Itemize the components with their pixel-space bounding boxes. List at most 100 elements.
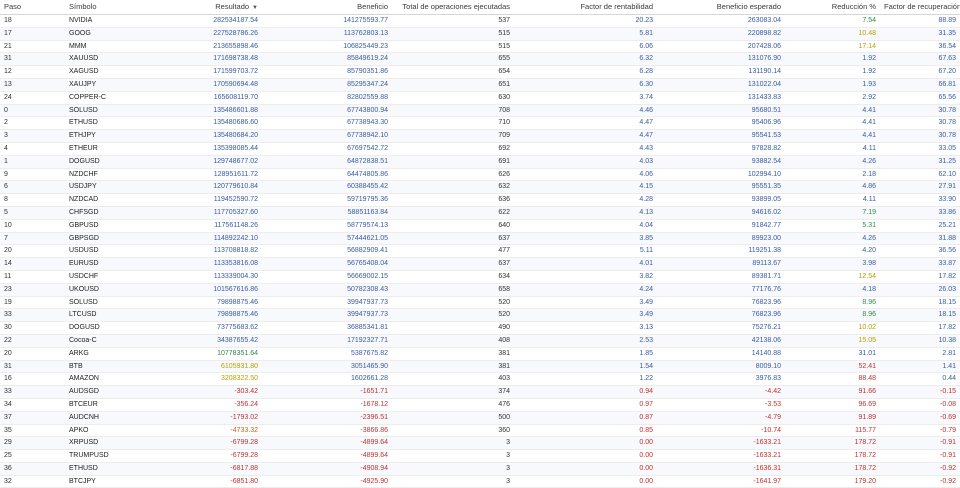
cell-factor-recuperacion: 17.82: [938, 272, 956, 280]
cell-factor-rentabilidad: 4.28: [639, 196, 653, 204]
cell-simbolo: DOGUSD: [69, 324, 100, 332]
table-row[interactable]: 32 BTCJPY -6851.80 -4925.90 3 0.00 -1641.97 179…: [0, 476, 960, 488]
cell-total-operaciones: 408: [498, 336, 510, 344]
table-row[interactable]: 29 XRPUSD -6799.28 -4899.64 3 0.00 -1633.21 178…: [0, 437, 960, 451]
table-row[interactable]: 8 NZDCAD 119452590.72 59719795.36 636 4.28 938…: [0, 194, 960, 207]
cell-simbolo: GBPUSD: [69, 221, 99, 229]
table-row[interactable]: 16 AMAZON 3208322.50 1602661.28 403 1.22 3976.…: [0, 373, 960, 387]
cell-total-operaciones: 651: [498, 80, 510, 88]
header-resultado[interactable]: Resultado ▼: [180, 0, 262, 14]
cell-beneficio: 67697542.72: [347, 144, 388, 152]
table-row[interactable]: 34 BTCEUR -356.24 -1678.12 476 0.97 -3.53 96.69…: [0, 399, 960, 412]
cell-resultado: 79898875.46: [217, 298, 258, 306]
cell-resultado: -303.42: [234, 388, 258, 396]
cell-factor-recuperacion: 1.41: [942, 362, 956, 370]
header-beneficio-esperado[interactable]: Beneficio esperado: [657, 0, 785, 14]
cell-simbolo: CHFSGD: [69, 208, 99, 216]
table-row[interactable]: 37 AUDCNH -1793.02 -2396.51 500 0.87 -4.79 91.8…: [0, 411, 960, 425]
cell-resultado: 117561148.26: [214, 221, 258, 229]
cell-reduccion: 2.92: [862, 93, 876, 101]
cell-factor-rentabilidad: 4.04: [639, 221, 653, 229]
cell-reduccion: 96.69: [858, 400, 876, 408]
table-row[interactable]: 11 USDCHF 113339004.30 56669002.15 634 3.82 89…: [0, 271, 960, 284]
table-row[interactable]: 6 USDJPY 120779610.84 60388455.42 632 4.15 955…: [0, 181, 960, 195]
table-row[interactable]: 12 XAGUSD 171599703.72 85790351.86 654 6.28 13…: [0, 66, 960, 79]
table-row[interactable]: 30 DOGUSD 73775683.62 36885341.81 490 3.13 752…: [0, 322, 960, 335]
cell-resultado: 135486601.88: [213, 106, 258, 114]
cell-paso: 33: [4, 311, 12, 319]
table-row[interactable]: 0 SOLUSD 135486601.88 67743800.94 708 4.46 956…: [0, 104, 960, 118]
cell-factor-recuperacion: -0.79: [940, 426, 956, 434]
cell-simbolo: XRPUSD: [69, 439, 99, 447]
cell-factor-recuperacion: -0.91: [940, 439, 956, 447]
table-row[interactable]: 18 NVIDIA 282534187.54 141275593.77 537 20.23…: [0, 15, 960, 28]
table-row[interactable]: 13 XAUJPY 170590694.48 85295347.24 651 6.30 13…: [0, 78, 960, 92]
cell-simbolo: XAUJPY: [69, 80, 97, 88]
cell-paso: 20: [4, 247, 12, 255]
cell-beneficio: 85790351.86: [347, 68, 388, 76]
table-row[interactable]: 20 ARKG 10778351.64 5387675.82 381 1.85 14140.…: [0, 348, 960, 361]
table-row[interactable]: 3 ETHJPY 135480684.20 67738942.10 709 4.47 955…: [0, 130, 960, 143]
table-row[interactable]: 9 NZDCHF 128951611.72 64474805.86 626 4.06 102…: [0, 169, 960, 182]
table-row[interactable]: 31 BTB 6105931.80 3051465.90 381 1.54 8009.10 5…: [0, 360, 960, 374]
table-row[interactable]: 20 USDUSD 113708818.82 56882909.41 477 5.11 11…: [0, 245, 960, 259]
cell-simbolo: ARKG: [69, 349, 89, 357]
cell-total-operaciones: 626: [498, 170, 510, 178]
cell-reduccion: 1.92: [862, 55, 876, 63]
table-row[interactable]: 5 CHFSGD 117705327.60 58851163.84 622 4.13 946…: [0, 206, 960, 220]
table-row[interactable]: 22 Cocoa-C 34387655.42 17192327.71 408 2.53 42…: [0, 334, 960, 348]
cell-resultado: 101567616.86: [213, 285, 258, 293]
cell-simbolo: ETHJPY: [69, 132, 96, 140]
cell-beneficio-esperado: 220898.82: [747, 29, 781, 37]
table-row[interactable]: 7 GBPSGD 114892242.10 57444621.05 637 3.85 899…: [0, 232, 960, 246]
table-row[interactable]: 10 GBPUSD 117561148.26 58779574.13 640 4.04 91…: [0, 220, 960, 233]
table-row[interactable]: 33 AUDSGD -303.42 -1651.71 374 0.94 -4.42 91.66…: [0, 386, 960, 399]
cell-paso: 16: [4, 375, 12, 383]
cell-total-operaciones: 634: [498, 272, 510, 280]
table-row[interactable]: 36 ETHUSD -6817.88 -4908.94 3 0.00 -1636.31 178…: [0, 462, 960, 476]
cell-beneficio: 85849619.24: [347, 55, 388, 63]
cell-total-operaciones: 3: [506, 477, 510, 485]
cell-factor-recuperacion: 18.15: [938, 311, 956, 319]
cell-reduccion: 5.31: [862, 221, 876, 229]
header-factor-recuperacion[interactable]: Factor de recuperación: [880, 0, 960, 14]
header-reduccion[interactable]: Reducción %: [785, 0, 880, 14]
cell-factor-rentabilidad: 4.06: [639, 170, 653, 178]
header-total-operaciones[interactable]: Total de operaciones ejecutadas: [392, 0, 514, 14]
cell-simbolo: USDJPY: [69, 183, 97, 191]
cell-simbolo: USDCHF: [69, 272, 99, 280]
header-factor-rentabilidad[interactable]: Factor de rentabilidad: [514, 0, 657, 14]
cell-factor-recuperacion: 26.03: [938, 285, 956, 293]
table-row[interactable]: 1 DOGUSD 129748677.02 64872838.51 691 4.03 938…: [0, 155, 960, 169]
header-paso[interactable]: Paso: [0, 0, 65, 14]
cell-beneficio: 56765408.04: [347, 260, 388, 268]
table-row[interactable]: 2 ETHUSD 135480686.60 67738943.30 710 4.47 954…: [0, 117, 960, 131]
table-row[interactable]: 19 SOLUSD 79898875.46 39947937.73 520 3.49 768…: [0, 297, 960, 310]
table-row[interactable]: 23 UKOUSD 101567616.86 50782308.43 658 4.24 77…: [0, 283, 960, 297]
table-row[interactable]: 35 APKO -4733.32 -3866.86 360 0.85 -10.74 115.7…: [0, 425, 960, 438]
table-row[interactable]: 25 TRUMPUSD -6799.28 -4899.64 3 0.00 -1633.21 1…: [0, 450, 960, 463]
table-row[interactable]: 24 COPPER-C 165608119.70 82802559.88 630 3.74…: [0, 92, 960, 105]
table-row[interactable]: 4 ETHEUR 135398085.44 67697542.72 692 4.43 978…: [0, 143, 960, 156]
cell-reduccion: 52.41: [858, 362, 876, 370]
cell-resultado: 79898875.46: [217, 311, 258, 319]
cell-factor-recuperacion: 67.63: [938, 55, 956, 63]
table-row[interactable]: 17 GOOG 227528786.26 113762803.13 515 5.81 220…: [0, 27, 960, 41]
cell-factor-recuperacion: 10.38: [938, 336, 956, 344]
cell-beneficio: 36885341.81: [347, 324, 388, 332]
header-simbolo[interactable]: Símbolo: [65, 0, 180, 14]
cell-factor-recuperacion: 66.81: [938, 80, 956, 88]
cell-beneficio-esperado: 77176.76: [751, 285, 781, 293]
table-row[interactable]: 31 XAUUSD 171698738.48 85849619.24 655 6.32 13…: [0, 53, 960, 67]
table-row[interactable]: 33 LTCUSD 79898875.46 39947937.73 520 3.49 768…: [0, 309, 960, 323]
cell-resultado: 117705327.60: [213, 208, 258, 216]
cell-total-operaciones: 520: [498, 298, 510, 306]
header-beneficio[interactable]: Beneficio: [262, 0, 392, 14]
cell-paso: 2: [4, 119, 8, 127]
table-row[interactable]: 21 MMM 213655898.46 106825449.23 515 6.06 2074…: [0, 41, 960, 54]
cell-total-operaciones: 477: [498, 247, 510, 255]
cell-beneficio-esperado: 95406.96: [751, 119, 781, 127]
cell-beneficio-esperado: 42138.06: [751, 336, 781, 344]
table-row[interactable]: 14 EURUSD 113353816.08 56765408.04 637 4.01 89…: [0, 258, 960, 271]
cell-paso: 35: [4, 426, 12, 434]
